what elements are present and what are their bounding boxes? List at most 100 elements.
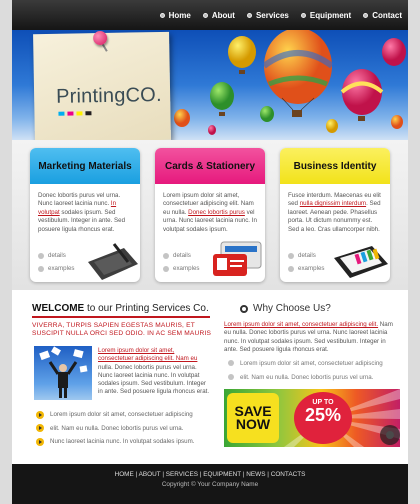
footer-link-about[interactable]: ABOUT xyxy=(139,471,161,478)
service-box-header[interactable]: Marketing Materials xyxy=(30,148,140,184)
list-item[interactable]: Lorem ipsum dolor sit amet, consectetuer… xyxy=(36,408,194,422)
bullet-icon xyxy=(246,12,252,18)
nav-label: Home xyxy=(168,10,191,20)
link-label: examples xyxy=(173,265,200,272)
why-bullet-list: Lorem ipsum dolor sit amet, consectetuer… xyxy=(228,356,383,384)
inline-link[interactable]: Lorem ipsum dolor sit amet, consectetuer… xyxy=(224,321,378,328)
footer-link-equipment[interactable]: EQUIPMENT xyxy=(203,471,241,478)
examples-link[interactable]: examples xyxy=(288,265,324,272)
footer-link-news[interactable]: NEWS xyxy=(246,471,265,478)
bullet-icon xyxy=(363,12,369,18)
page: Home About Services Equipment Contact Pr… xyxy=(12,0,408,504)
nav-item-equipment[interactable]: Equipment xyxy=(300,11,351,20)
welcome-bullet-list: Lorem ipsum dolor sit amet, consectetuer… xyxy=(36,408,194,449)
bullet-icon xyxy=(228,360,234,366)
black-swatch xyxy=(85,111,92,116)
why-choose-heading: Why Choose Us? xyxy=(240,303,331,314)
details-link[interactable]: details xyxy=(288,252,324,259)
link-label: examples xyxy=(298,265,325,272)
bullet-icon xyxy=(159,12,165,18)
business-man-photo xyxy=(34,346,92,400)
welcome-text: Lorem ipsum dolor sit amet, consectetuer… xyxy=(98,347,210,397)
link-label: examples xyxy=(48,265,75,272)
footer-link-services[interactable]: SERVICES xyxy=(166,471,198,478)
list-item-text: Lorem ipsum dolor sit amet, consectetuer… xyxy=(240,359,383,367)
bullet-icon xyxy=(228,374,234,380)
service-box-cards: Cards & Stationery Lorem ipsum dolor sit… xyxy=(155,148,265,282)
list-item[interactable]: elit. Nam eu nulla. Donec lobortis purus… xyxy=(36,422,194,436)
welcome-heading: WELCOME to our Printing Services Co. xyxy=(32,303,209,314)
yellow-swatch xyxy=(76,111,83,116)
footer: HOME | ABOUT | SERVICES | EQUIPMENT | NE… xyxy=(12,464,408,504)
service-title: Marketing Materials xyxy=(38,160,132,172)
service-box-marketing: Marketing Materials Donec lobortis purus… xyxy=(30,148,140,282)
heading-divider xyxy=(32,316,210,318)
discount-percent: 25% xyxy=(304,405,342,425)
nav-label: About xyxy=(211,10,235,20)
sticky-note-logo: PrintingCO. xyxy=(33,30,171,140)
details-link[interactable]: details xyxy=(163,252,199,259)
service-box-header[interactable]: Business Identity xyxy=(280,148,390,184)
service-title: Cards & Stationery xyxy=(164,160,256,172)
list-item-text: elit. Nam eu nulla. Donec lobortis purus… xyxy=(50,424,184,432)
welcome-tagline: VIVERRA, TURPIS SAPIEN EGESTAS MAURIS, E… xyxy=(32,322,212,337)
bullet-icon xyxy=(202,12,208,18)
footer-link-home[interactable]: HOME xyxy=(115,471,134,478)
sale-banner[interactable]: SAVE NOW UP TO 25% xyxy=(224,389,400,447)
nav-item-services[interactable]: Services xyxy=(246,10,289,20)
bullet-icon xyxy=(38,265,44,272)
inline-link[interactable]: Lorem ipsum dolor sit amet, consectetuer… xyxy=(98,347,197,362)
list-item[interactable]: Nunc laoreet lacinia nunc. In volutpat s… xyxy=(36,435,194,449)
service-box-header[interactable]: Cards & Stationery xyxy=(155,148,265,184)
details-link[interactable]: details xyxy=(38,252,74,259)
nav-label: Contact xyxy=(372,10,402,20)
service-description: Fusce interdum. Maecenas eu elit sed nul… xyxy=(280,184,390,238)
top-bar: Home About Services Equipment Contact xyxy=(12,0,408,30)
bullet-icon xyxy=(288,265,294,272)
copyright: Copyright © Your Company Name xyxy=(161,481,259,488)
nav-label: Services xyxy=(255,10,289,20)
save-now-badge: SAVE NOW xyxy=(227,393,279,443)
footer-nav: HOME | ABOUT | SERVICES | EQUIPMENT | NE… xyxy=(12,471,408,478)
circle-bullet-icon xyxy=(240,304,248,313)
inline-link[interactable]: nulla dignissim interdum xyxy=(300,200,366,207)
bullet-icon xyxy=(300,12,306,18)
magenta-swatch xyxy=(67,111,74,116)
why-title: Why Choose Us? xyxy=(253,303,331,314)
bullet-icon xyxy=(38,252,44,259)
list-item[interactable]: elit. Nam eu nulla. Donec lobortis purus… xyxy=(228,370,383,384)
text: Donec lobortis purus vel urna. Nunc laor… xyxy=(38,192,121,208)
examples-link[interactable]: examples xyxy=(163,265,199,272)
link-label: details xyxy=(173,252,191,259)
bullet-icon xyxy=(163,265,169,272)
cyan-swatch xyxy=(58,111,65,116)
welcome-title-rest: to our Printing Services Co. xyxy=(84,303,209,314)
link-label: details xyxy=(298,252,316,259)
list-item-text: Nunc laoreet lacinia nunc. In volutpat s… xyxy=(50,438,195,446)
list-item[interactable]: Lorem ipsum dolor sit amet, consectetuer… xyxy=(228,356,383,370)
arrow-bullet-icon xyxy=(36,437,44,446)
bullet-icon xyxy=(288,252,294,259)
service-description: Donec lobortis purus vel urna. Nunc laor… xyxy=(30,184,140,238)
discount-badge: UP TO 25% xyxy=(294,392,352,444)
id-badge-icon xyxy=(213,241,262,276)
text: nulla. Donec lobortis purus vel urna. Nu… xyxy=(98,363,210,396)
businessman-papers-image xyxy=(39,346,88,398)
service-description: Lorem ipsum dolor sit amet, consectetuer… xyxy=(155,184,265,238)
nav-item-about[interactable]: About xyxy=(202,10,235,20)
push-pin-icon xyxy=(93,30,108,46)
bullet-icon xyxy=(163,252,169,259)
logo[interactable]: PrintingCO. xyxy=(56,84,162,109)
hero-banner: PrintingCO. xyxy=(12,30,408,140)
nav-item-home[interactable]: Home xyxy=(159,10,191,20)
cmyk-dots xyxy=(58,111,92,116)
why-text: Lorem ipsum dolor sit amet, consectetuer… xyxy=(224,321,400,354)
main-nav: Home About Services Equipment Contact xyxy=(159,0,402,30)
examples-link[interactable]: examples xyxy=(38,265,74,272)
list-item-text: Lorem ipsum dolor sit amet, consectetuer… xyxy=(50,411,193,419)
nav-item-contact[interactable]: Contact xyxy=(363,11,402,20)
list-item-text: elit. Nam eu nulla. Donec lobortis purus… xyxy=(240,373,374,381)
inline-link[interactable]: Donec lobortis purus xyxy=(188,209,245,216)
link-label: details xyxy=(48,252,66,259)
footer-link-contacts[interactable]: CONTACTS xyxy=(271,471,306,478)
